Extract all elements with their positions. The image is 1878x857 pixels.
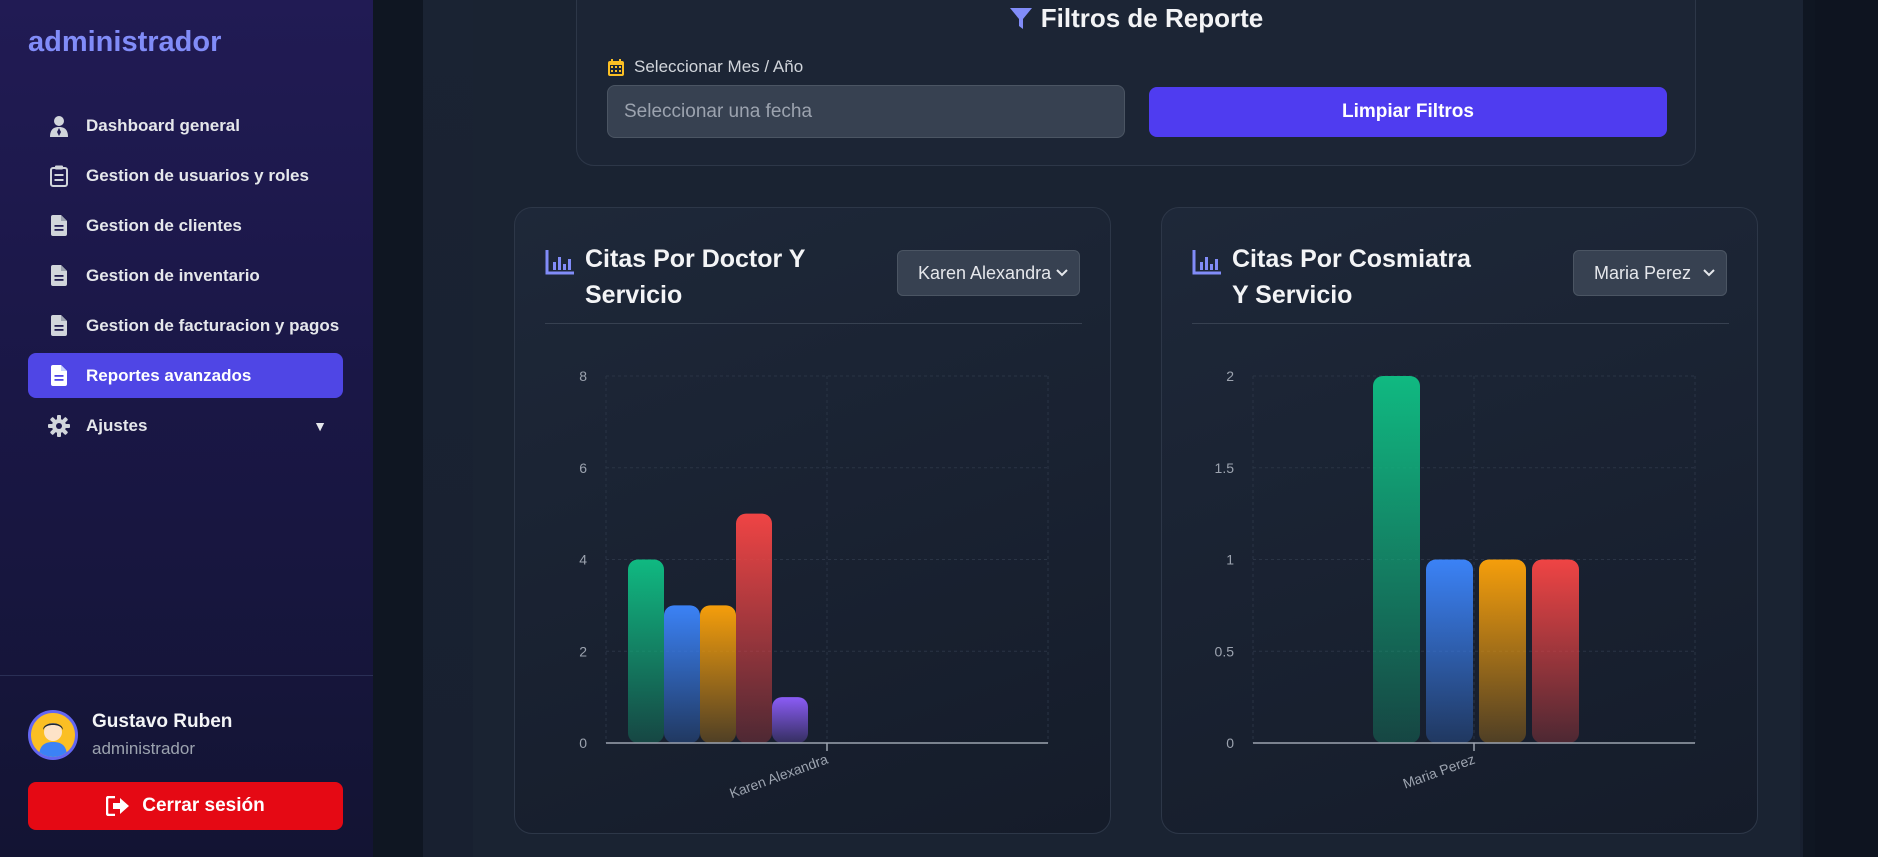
chart-card-cosmiatra: Citas Por Cosmiatra Y Servicio Maria Per… [1161, 207, 1758, 834]
sidebar-item-dashboard[interactable]: Dashboard general [28, 103, 343, 148]
card-divider [1192, 323, 1729, 324]
chart-bar-icon [1192, 249, 1222, 313]
gear-icon [48, 414, 70, 437]
chart-bar[interactable] [700, 605, 736, 743]
date-label-text: Seleccionar Mes / Año [634, 57, 804, 76]
chart-grid [1252, 375, 1696, 744]
doctor-select[interactable]: Karen Alexandra [897, 250, 1080, 296]
chart-card-doctor: Citas Por Doctor Y Servicio Karen Alexan… [514, 207, 1111, 834]
user-name: Gustavo Ruben [92, 711, 233, 732]
y-tick-label: 2 [579, 643, 587, 659]
sidebar-item-clientes[interactable]: Gestion de clientes [28, 203, 343, 248]
user-role: administrador [92, 739, 195, 758]
chart-bar[interactable] [1479, 559, 1526, 744]
chart-bar[interactable] [1426, 559, 1473, 744]
x-tick-label: Karen Alexandra [727, 751, 830, 802]
sidebar-item-label: Gestion de facturacion y pagos [86, 315, 340, 335]
file-icon [48, 315, 70, 337]
file-icon [48, 215, 70, 237]
sidebar-item-label: Dashboard general [86, 115, 240, 135]
sidebar-item-label: Gestion de usuarios y roles [86, 165, 309, 185]
cosmiatra-select[interactable]: Maria Perez [1573, 250, 1727, 296]
cosmiatra-bar-chart: 0 0.5 1 1.5 2 Maria Perez [1215, 368, 1696, 792]
date-label: Seleccionar Mes / Año [608, 57, 803, 77]
chart-bar[interactable] [1532, 559, 1579, 744]
right-gutter [1815, 0, 1878, 857]
sidebar-item-label: Gestion de clientes [86, 215, 242, 235]
chart-bar[interactable] [664, 605, 700, 743]
sidebar-item-label: Gestion de inventario [86, 265, 260, 285]
chart-title: Citas Por Doctor Y Servicio [585, 245, 805, 309]
cosmiatra-select-value: Maria Perez [1594, 262, 1692, 283]
clear-filters-button[interactable]: Limpiar Filtros [1149, 87, 1667, 137]
file-icon [48, 365, 70, 387]
doctor-select-value: Karen Alexandra [918, 262, 1052, 283]
sidebar-item-label: Ajustes [86, 415, 148, 435]
chart-bar[interactable] [772, 697, 808, 743]
filter-icon [1009, 7, 1033, 31]
x-tick-label: Maria Perez [1401, 751, 1477, 792]
y-tick-label: 0.5 [1215, 643, 1235, 659]
brand-title: administrador [28, 26, 222, 58]
y-tick-label: 1 [1226, 552, 1234, 568]
doctor-bar-chart: 0 2 4 6 8 Karen Alexandra [579, 368, 1049, 802]
sidebar-divider [0, 675, 373, 676]
chevron-down-icon: ▼ [313, 417, 327, 434]
file-icon [48, 265, 70, 287]
y-tick-label: 0 [1226, 735, 1234, 751]
sidebar-nav: Dashboard general Gestion de usuarios y … [28, 103, 343, 453]
sidebar-item-ajustes[interactable]: Ajustes ▼ [28, 403, 343, 448]
y-tick-label: 0 [579, 735, 587, 751]
clipboard-list-icon [48, 165, 70, 187]
sidebar-item-label: Reportes avanzados [86, 365, 252, 385]
y-tick-label: 8 [579, 368, 587, 384]
sign-out-icon [106, 796, 130, 816]
date-picker-input[interactable] [607, 85, 1125, 138]
report-filters: Filtros de Reporte Seleccionar Mes / Año… [576, 0, 1696, 166]
sidebar-item-usuarios[interactable]: Gestion de usuarios y roles [28, 153, 343, 198]
avatar [28, 710, 78, 760]
y-tick-label: 6 [579, 460, 587, 476]
sidebar: administrador Dashboard general Gestion … [0, 0, 373, 857]
y-tick-label: 2 [1226, 368, 1234, 384]
filters-heading: Filtros de Reporte [577, 3, 1695, 34]
logout-label: Cerrar sesión [142, 795, 265, 816]
chart-bar[interactable] [736, 513, 772, 743]
sidebar-item-facturacion[interactable]: Gestion de facturacion y pagos [28, 303, 343, 348]
logout-button[interactable]: Cerrar sesión [28, 782, 343, 830]
chart-bar-icon [545, 249, 575, 313]
user-profile: Gustavo Ruben administrador [28, 710, 232, 760]
calendar-icon [608, 58, 624, 76]
chart-bar[interactable] [628, 559, 664, 744]
chart-title: Citas Por Cosmiatra Y Servicio [1232, 245, 1471, 309]
user-tie-icon [48, 115, 70, 137]
y-tick-label: 1.5 [1215, 460, 1235, 476]
y-tick-label: 4 [579, 552, 587, 568]
card-divider [545, 323, 1082, 324]
sidebar-item-reportes[interactable]: Reportes avanzados [28, 353, 343, 398]
sidebar-item-inventario[interactable]: Gestion de inventario [28, 253, 343, 298]
chart-bar[interactable] [1373, 376, 1420, 743]
chevron-down-icon [1702, 264, 1716, 282]
filters-title: Filtros de Reporte [1040, 3, 1264, 33]
chevron-down-icon [1055, 264, 1069, 282]
